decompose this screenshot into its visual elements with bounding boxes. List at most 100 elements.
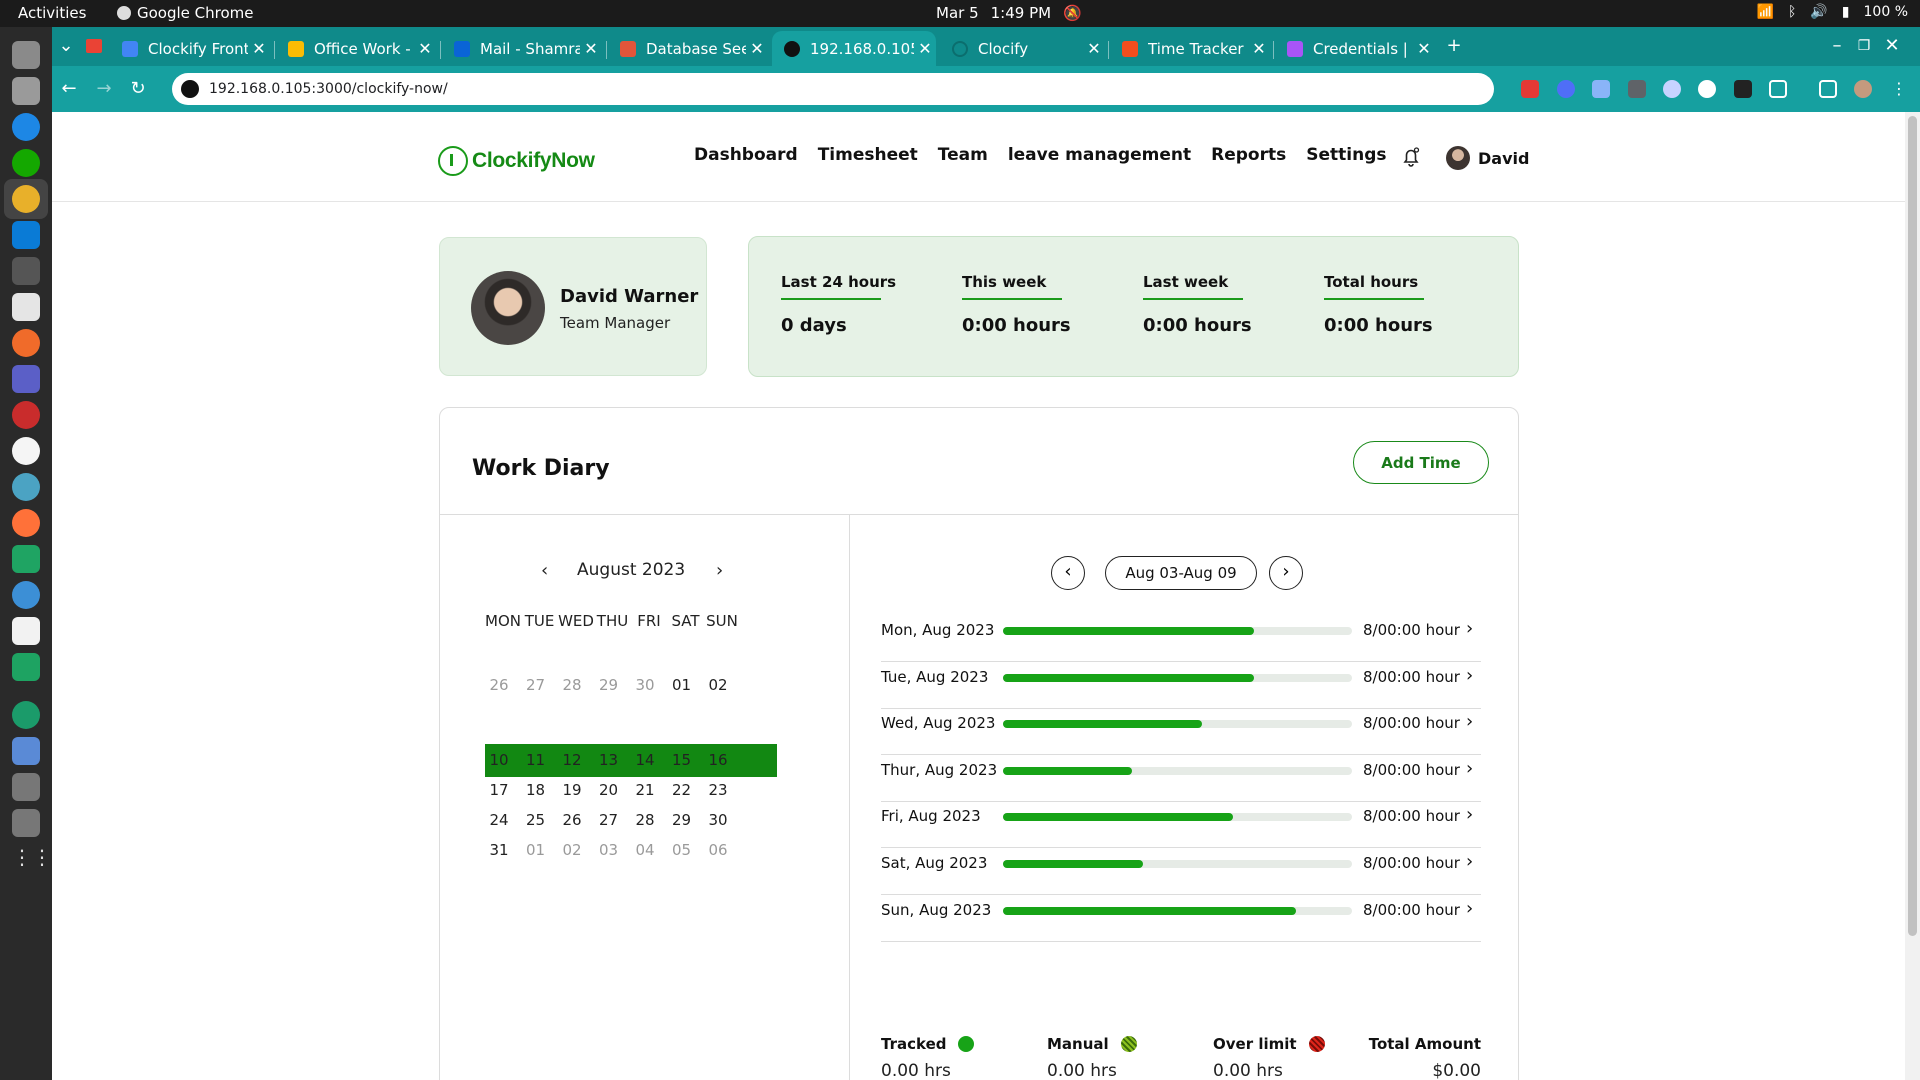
tab-1[interactable]: Office Work - Goog ✕: [276, 31, 436, 66]
page-scrollbar[interactable]: [1905, 112, 1920, 1080]
activities-button[interactable]: Activities: [18, 4, 86, 22]
close-window-icon[interactable]: ✕: [1878, 32, 1906, 60]
package-icon[interactable]: [12, 737, 40, 765]
extensions-puzzle-icon[interactable]: [1769, 80, 1787, 98]
chevron-right-icon[interactable]: ›: [1466, 758, 1473, 779]
app-menu[interactable]: Google Chrome: [117, 4, 254, 22]
app-red-icon[interactable]: [12, 401, 40, 429]
next-week-button[interactable]: ›: [1269, 556, 1303, 590]
extension-f-icon[interactable]: [1628, 80, 1646, 98]
close-tab-icon[interactable]: ✕: [914, 39, 936, 58]
address-bar[interactable]: [172, 73, 1494, 105]
sheets-icon[interactable]: [12, 545, 40, 573]
close-tab-icon[interactable]: ✕: [1413, 39, 1435, 58]
chevron-right-icon[interactable]: ›: [1466, 851, 1473, 872]
tab-7[interactable]: Credentials | NextA ✕: [1275, 31, 1435, 66]
chevron-right-icon[interactable]: ›: [1466, 804, 1473, 825]
mongodb-icon[interactable]: [12, 437, 40, 465]
menu-kebab-icon[interactable]: ⋮: [1890, 80, 1908, 98]
system-tray[interactable]: 📶 ᛒ 🔊 ▮ 100 %: [1757, 4, 1908, 20]
side-panel-icon[interactable]: [1819, 80, 1837, 98]
close-tab-icon[interactable]: ✕: [746, 39, 768, 58]
show-apps-icon[interactable]: ⋮⋮: [12, 845, 52, 873]
logo[interactable]: ClockifyNow: [438, 146, 595, 176]
tab-0[interactable]: Clockify Frontend T ✕: [110, 31, 270, 66]
chrome-dock-icon[interactable]: [12, 185, 40, 213]
nav-team[interactable]: Team: [938, 145, 988, 165]
calendar-day-selected[interactable]: 09: [696, 721, 740, 739]
vscode-icon[interactable]: [12, 221, 40, 249]
nav-settings[interactable]: Settings: [1306, 145, 1386, 165]
postman-icon[interactable]: [12, 329, 40, 357]
nav-dashboard[interactable]: Dashboard: [694, 145, 798, 165]
eyedropper-icon[interactable]: [1734, 80, 1752, 98]
tab-4-active[interactable]: 192.168.0.105:3000 ✕: [772, 31, 936, 66]
calendar-day[interactable]: 23: [696, 781, 740, 799]
chevron-right-icon[interactable]: ›: [1466, 898, 1473, 919]
tab-6[interactable]: Time Tracker – Figm ✕: [1110, 31, 1270, 66]
new-tab-icon[interactable]: +: [1440, 32, 1468, 60]
day-progress-fill: [1003, 627, 1255, 635]
site-info-icon[interactable]: [181, 80, 199, 98]
gmail-pinned-tab[interactable]: [86, 39, 102, 53]
day-progress-fill: [1003, 766, 1133, 775]
calendar-day[interactable]: 02: [696, 676, 740, 694]
next-month-icon[interactable]: ›: [716, 560, 723, 581]
prev-month-icon[interactable]: ‹: [541, 560, 548, 581]
compass-icon[interactable]: [12, 473, 40, 501]
app-blue-icon[interactable]: [12, 581, 40, 609]
docker-icon[interactable]: [12, 113, 40, 141]
disk-icon[interactable]: [12, 773, 40, 801]
inkscape-icon[interactable]: [12, 293, 40, 321]
calendar-day[interactable]: 30: [696, 811, 740, 829]
chevron-right-icon[interactable]: ›: [1466, 665, 1473, 686]
tab-5[interactable]: Clocify ✕: [940, 31, 1105, 66]
minimize-icon[interactable]: –: [1823, 32, 1851, 60]
extension-circle-icon[interactable]: [1663, 80, 1681, 98]
bell-icon[interactable]: [1399, 145, 1423, 169]
settings-icon[interactable]: [12, 77, 40, 105]
add-time-button[interactable]: Add Time: [1353, 441, 1489, 484]
disk-2-icon[interactable]: [12, 809, 40, 837]
extension-blue-icon[interactable]: [1557, 80, 1575, 98]
figma-icon: [1122, 40, 1138, 57]
tab-3[interactable]: Database Seeding ✕: [608, 31, 768, 66]
close-tab-icon[interactable]: ✕: [1248, 39, 1270, 58]
back-icon[interactable]: ←: [55, 75, 83, 103]
day-row[interactable]: Sun, Aug 2023 8/00:00 hour ›: [881, 885, 1481, 942]
adblock-icon[interactable]: [1521, 80, 1539, 98]
tab-search-button[interactable]: ⌄: [52, 32, 80, 60]
chevron-right-icon[interactable]: ›: [1466, 618, 1473, 639]
nav-timesheet[interactable]: Timesheet: [818, 145, 918, 165]
tab-2[interactable]: Mail - Shamrat - Ou ✕: [442, 31, 602, 66]
firefox-icon[interactable]: [12, 509, 40, 537]
user-menu[interactable]: David: [1446, 146, 1529, 170]
chat-icon[interactable]: [12, 653, 40, 681]
scrollbar-thumb[interactable]: [1908, 116, 1917, 936]
reload-icon[interactable]: ↻: [124, 75, 152, 103]
forward-icon[interactable]: →: [90, 75, 118, 103]
translate-icon[interactable]: [1592, 80, 1610, 98]
close-tab-icon[interactable]: ✕: [414, 39, 436, 58]
close-tab-icon[interactable]: ✕: [580, 39, 602, 58]
nav-reports[interactable]: Reports: [1211, 145, 1286, 165]
nav-leave-management[interactable]: leave management: [1008, 145, 1191, 165]
restore-icon[interactable]: ❐: [1850, 32, 1878, 60]
files-icon[interactable]: [12, 41, 40, 69]
url-input[interactable]: [209, 81, 1409, 97]
profile-avatar-icon[interactable]: [1854, 80, 1872, 98]
gitkraken-icon[interactable]: [12, 701, 40, 729]
weekday-sun: SUN: [706, 612, 738, 630]
calendar-day[interactable]: 06: [696, 841, 740, 859]
prev-week-button[interactable]: ‹: [1051, 556, 1085, 590]
extension-white-icon[interactable]: [1698, 80, 1716, 98]
text-editor-icon[interactable]: [12, 617, 40, 645]
close-tab-icon[interactable]: ✕: [248, 39, 270, 58]
terminal-icon[interactable]: [12, 257, 40, 285]
chevron-right-icon[interactable]: ›: [1466, 711, 1473, 732]
close-tab-icon[interactable]: ✕: [1083, 39, 1105, 58]
upwork-icon[interactable]: [12, 149, 40, 177]
teams-icon[interactable]: [12, 365, 40, 393]
clock[interactable]: Mar 5 1:49 PM 🔕: [936, 4, 1082, 22]
calendar-day[interactable]: 16: [696, 751, 740, 769]
